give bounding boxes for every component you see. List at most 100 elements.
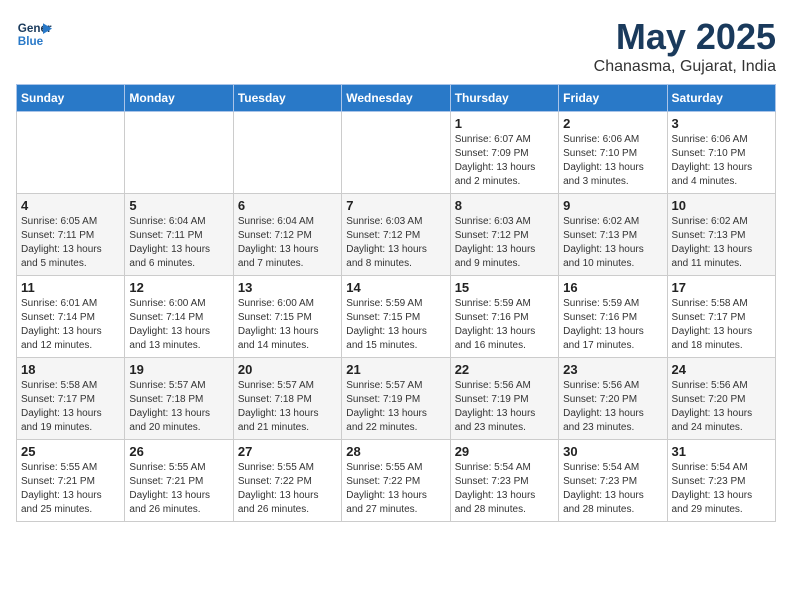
calendar-cell: 19 Sunrise: 5:57 AM Sunset: 7:18 PM Dayli… [125,358,233,440]
day-info: Sunrise: 6:04 AM Sunset: 7:11 PM Dayligh… [129,215,228,271]
calendar-cell: 13 Sunrise: 6:00 AM Sunset: 7:15 PM Dayli… [233,276,341,358]
calendar-cell: 2 Sunrise: 6:06 AM Sunset: 7:10 PM Daylig… [559,112,667,194]
calendar-cell: 22 Sunrise: 5:56 AM Sunset: 7:19 PM Dayli… [450,358,558,440]
location-subtitle: Chanasma, Gujarat, India [594,58,776,76]
weekday-header: Friday [559,85,667,112]
day-number: 18 [21,362,120,377]
day-number: 1 [455,116,554,131]
calendar-cell: 16 Sunrise: 5:59 AM Sunset: 7:16 PM Dayli… [559,276,667,358]
calendar-cell: 14 Sunrise: 5:59 AM Sunset: 7:15 PM Dayli… [342,276,450,358]
day-info: Sunrise: 5:55 AM Sunset: 7:21 PM Dayligh… [21,461,120,517]
calendar-cell: 1 Sunrise: 6:07 AM Sunset: 7:09 PM Daylig… [450,112,558,194]
day-info: Sunrise: 5:59 AM Sunset: 7:16 PM Dayligh… [455,297,554,353]
day-number: 12 [129,280,228,295]
calendar-cell [233,112,341,194]
calendar-cell: 30 Sunrise: 5:54 AM Sunset: 7:23 PM Dayli… [559,440,667,522]
day-info: Sunrise: 5:55 AM Sunset: 7:22 PM Dayligh… [238,461,337,517]
calendar-week-row: 1 Sunrise: 6:07 AM Sunset: 7:09 PM Daylig… [17,112,776,194]
day-info: Sunrise: 5:57 AM Sunset: 7:19 PM Dayligh… [346,379,445,435]
day-number: 3 [672,116,771,131]
day-number: 30 [563,444,662,459]
weekday-header: Thursday [450,85,558,112]
calendar-cell [342,112,450,194]
calendar-cell: 5 Sunrise: 6:04 AM Sunset: 7:11 PM Daylig… [125,194,233,276]
calendar-week-row: 11Sunrise: 6:01 AM Sunset: 7:14 PM Dayli… [17,276,776,358]
day-info: Sunrise: 6:01 AM Sunset: 7:14 PM Dayligh… [21,297,120,353]
day-number: 19 [129,362,228,377]
day-number: 13 [238,280,337,295]
day-info: Sunrise: 5:56 AM Sunset: 7:20 PM Dayligh… [672,379,771,435]
day-info: Sunrise: 6:02 AM Sunset: 7:13 PM Dayligh… [672,215,771,271]
day-info: Sunrise: 6:04 AM Sunset: 7:12 PM Dayligh… [238,215,337,271]
calendar-cell [17,112,125,194]
day-info: Sunrise: 6:06 AM Sunset: 7:10 PM Dayligh… [672,133,771,189]
day-info: Sunrise: 5:59 AM Sunset: 7:15 PM Dayligh… [346,297,445,353]
day-info: Sunrise: 6:05 AM Sunset: 7:11 PM Dayligh… [21,215,120,271]
day-number: 4 [21,198,120,213]
day-info: Sunrise: 6:00 AM Sunset: 7:14 PM Dayligh… [129,297,228,353]
day-info: Sunrise: 6:06 AM Sunset: 7:10 PM Dayligh… [563,133,662,189]
day-number: 26 [129,444,228,459]
weekday-header: Monday [125,85,233,112]
day-number: 6 [238,198,337,213]
day-info: Sunrise: 5:55 AM Sunset: 7:21 PM Dayligh… [129,461,228,517]
day-number: 20 [238,362,337,377]
day-info: Sunrise: 5:58 AM Sunset: 7:17 PM Dayligh… [21,379,120,435]
day-number: 7 [346,198,445,213]
day-number: 29 [455,444,554,459]
day-info: Sunrise: 6:02 AM Sunset: 7:13 PM Dayligh… [563,215,662,271]
day-info: Sunrise: 6:03 AM Sunset: 7:12 PM Dayligh… [346,215,445,271]
day-number: 2 [563,116,662,131]
calendar-cell: 31 Sunrise: 5:54 AM Sunset: 7:23 PM Dayli… [667,440,775,522]
title-block: May 2025 Chanasma, Gujarat, India [594,16,776,76]
day-info: Sunrise: 6:03 AM Sunset: 7:12 PM Dayligh… [455,215,554,271]
weekday-header: Saturday [667,85,775,112]
calendar-cell: 25Sunrise: 5:55 AM Sunset: 7:21 PM Dayli… [17,440,125,522]
calendar-week-row: 4 Sunrise: 6:05 AM Sunset: 7:11 PM Daylig… [17,194,776,276]
day-info: Sunrise: 5:54 AM Sunset: 7:23 PM Dayligh… [672,461,771,517]
day-number: 31 [672,444,771,459]
calendar-cell: 23 Sunrise: 5:56 AM Sunset: 7:20 PM Dayli… [559,358,667,440]
day-info: Sunrise: 5:54 AM Sunset: 7:23 PM Dayligh… [563,461,662,517]
weekday-header: Wednesday [342,85,450,112]
day-info: Sunrise: 5:57 AM Sunset: 7:18 PM Dayligh… [238,379,337,435]
weekday-header: Sunday [17,85,125,112]
calendar-cell: 3 Sunrise: 6:06 AM Sunset: 7:10 PM Daylig… [667,112,775,194]
calendar-cell: 27 Sunrise: 5:55 AM Sunset: 7:22 PM Dayli… [233,440,341,522]
day-number: 27 [238,444,337,459]
day-number: 17 [672,280,771,295]
day-number: 14 [346,280,445,295]
logo: General Blue General Blue [16,16,52,52]
day-info: Sunrise: 5:57 AM Sunset: 7:18 PM Dayligh… [129,379,228,435]
calendar-cell: 15 Sunrise: 5:59 AM Sunset: 7:16 PM Dayli… [450,276,558,358]
day-info: Sunrise: 5:56 AM Sunset: 7:19 PM Dayligh… [455,379,554,435]
calendar-cell: 26 Sunrise: 5:55 AM Sunset: 7:21 PM Dayli… [125,440,233,522]
calendar-cell: 9 Sunrise: 6:02 AM Sunset: 7:13 PM Daylig… [559,194,667,276]
day-info: Sunrise: 5:54 AM Sunset: 7:23 PM Dayligh… [455,461,554,517]
page-header: General Blue General Blue May 2025 Chana… [16,16,776,76]
day-number: 28 [346,444,445,459]
calendar-cell: 4 Sunrise: 6:05 AM Sunset: 7:11 PM Daylig… [17,194,125,276]
calendar-cell: 24Sunrise: 5:56 AM Sunset: 7:20 PM Dayli… [667,358,775,440]
day-info: Sunrise: 5:56 AM Sunset: 7:20 PM Dayligh… [563,379,662,435]
day-number: 9 [563,198,662,213]
day-info: Sunrise: 6:07 AM Sunset: 7:09 PM Dayligh… [455,133,554,189]
day-number: 5 [129,198,228,213]
calendar-cell: 7 Sunrise: 6:03 AM Sunset: 7:12 PM Daylig… [342,194,450,276]
day-number: 23 [563,362,662,377]
day-number: 22 [455,362,554,377]
calendar-cell: 28Sunrise: 5:55 AM Sunset: 7:22 PM Dayli… [342,440,450,522]
calendar-cell: 29 Sunrise: 5:54 AM Sunset: 7:23 PM Dayli… [450,440,558,522]
calendar-cell: 10Sunrise: 6:02 AM Sunset: 7:13 PM Dayli… [667,194,775,276]
day-number: 16 [563,280,662,295]
day-number: 21 [346,362,445,377]
day-number: 15 [455,280,554,295]
day-info: Sunrise: 5:59 AM Sunset: 7:16 PM Dayligh… [563,297,662,353]
calendar-cell: 20 Sunrise: 5:57 AM Sunset: 7:18 PM Dayli… [233,358,341,440]
calendar-week-row: 18 Sunrise: 5:58 AM Sunset: 7:17 PM Dayli… [17,358,776,440]
month-title: May 2025 [594,16,776,58]
calendar-cell: 8Sunrise: 6:03 AM Sunset: 7:12 PM Daylig… [450,194,558,276]
logo-icon: General Blue [16,16,52,52]
day-info: Sunrise: 6:00 AM Sunset: 7:15 PM Dayligh… [238,297,337,353]
svg-text:Blue: Blue [18,35,44,48]
